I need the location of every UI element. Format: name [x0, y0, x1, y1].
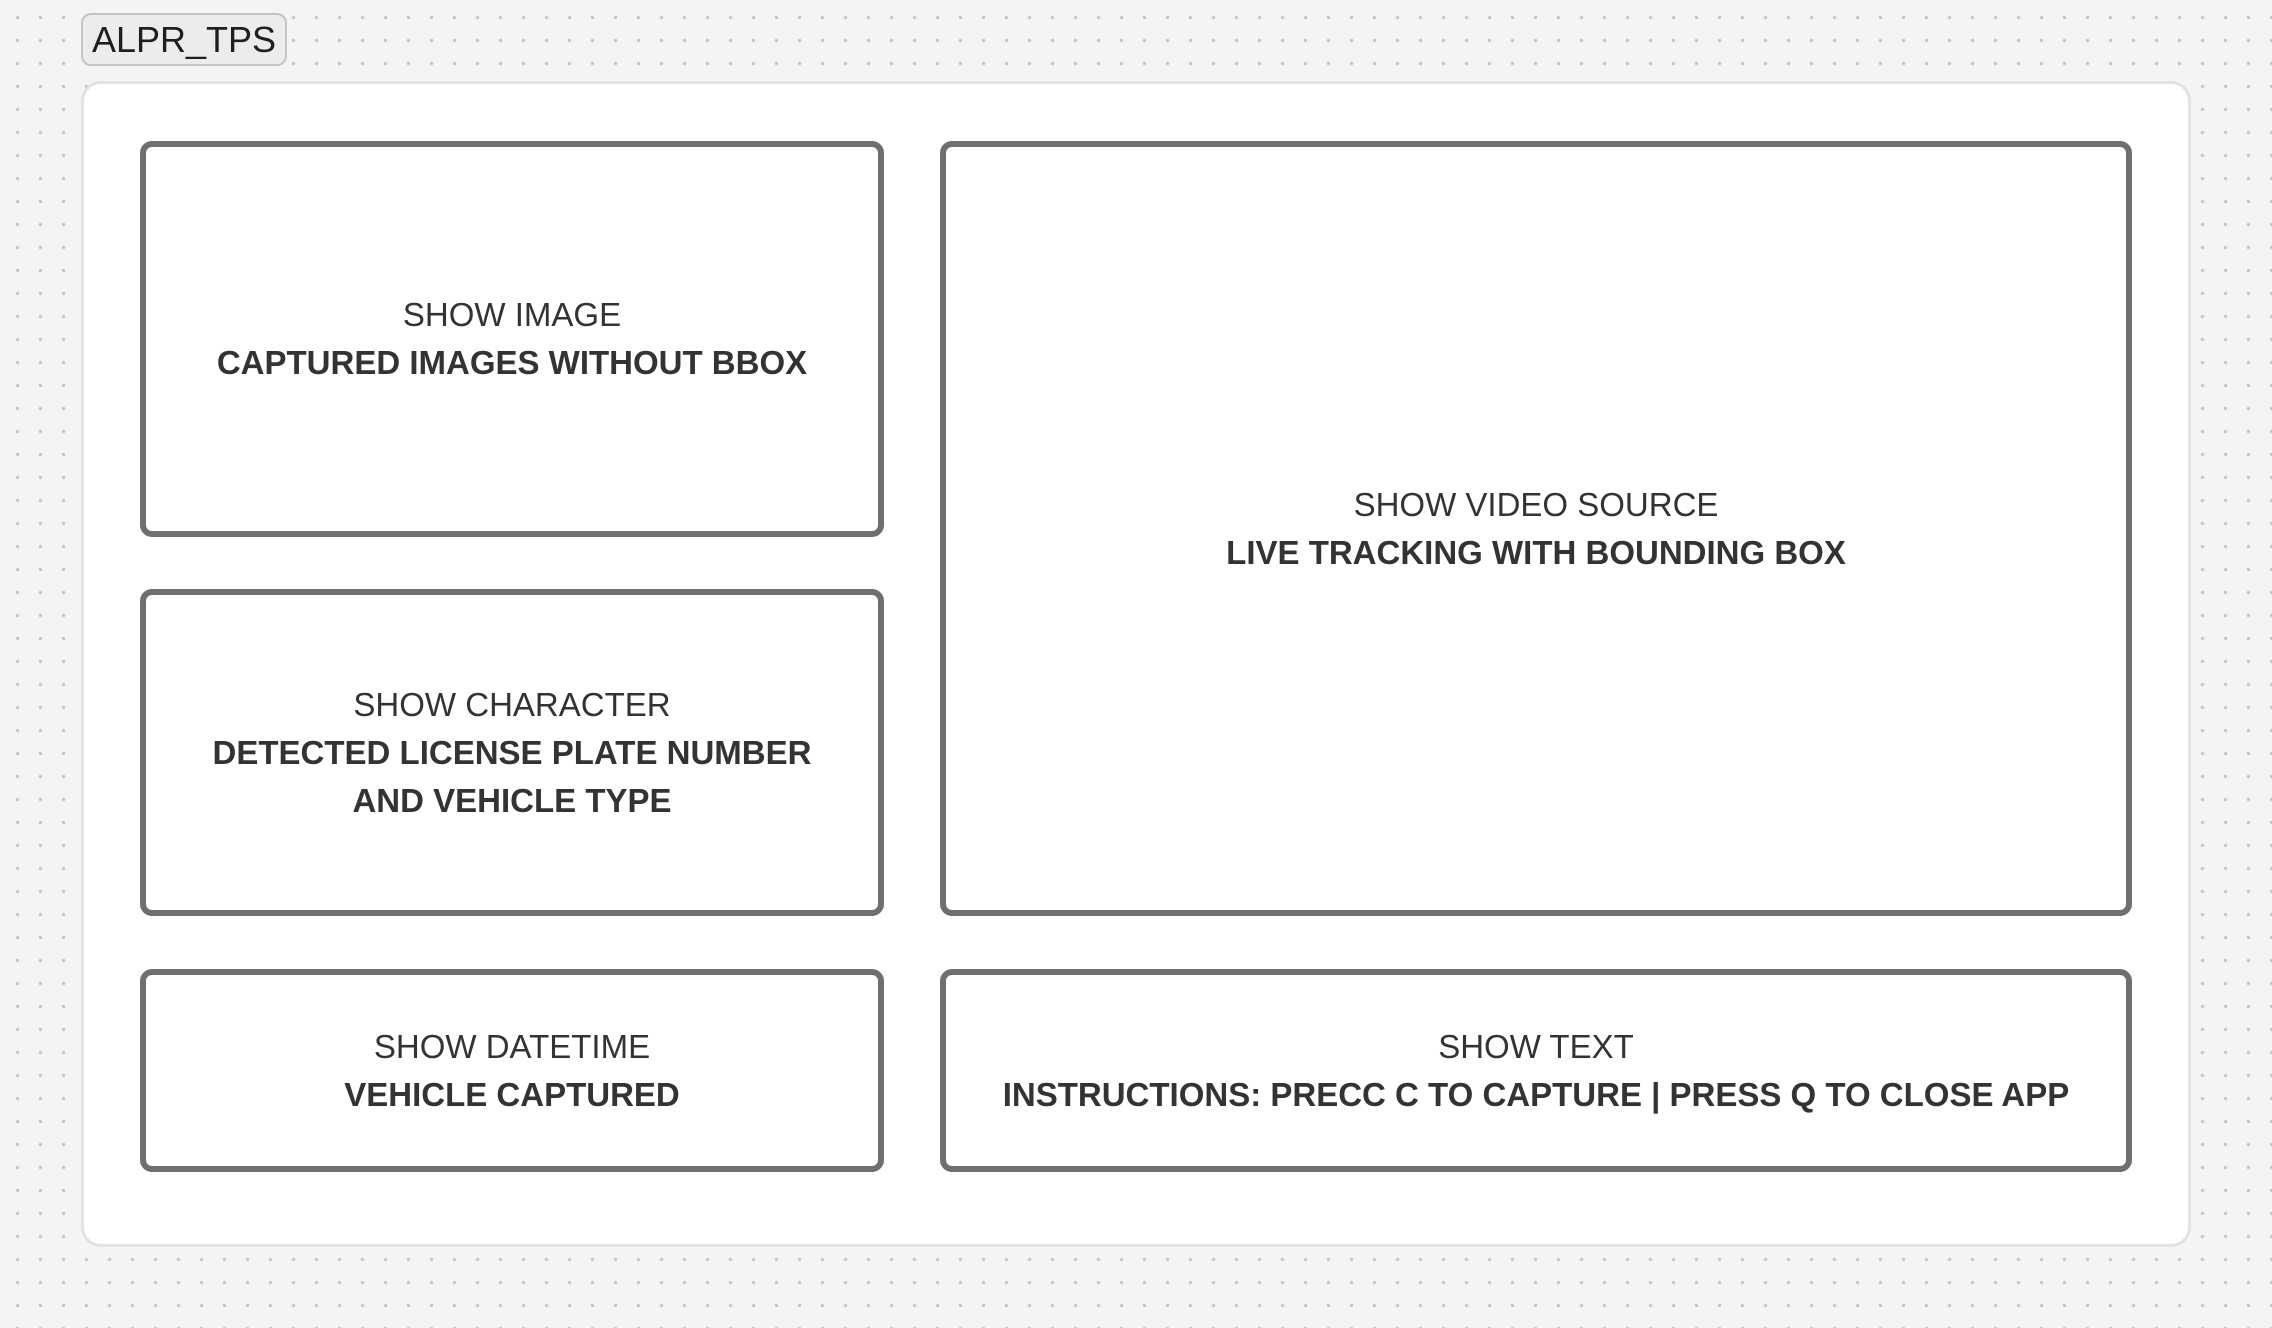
show-character-panel[interactable]: SHOW CHARACTER DETECTED LICENSE PLATE NU… — [140, 589, 884, 916]
show-video-source-panel[interactable]: SHOW VIDEO SOURCE LIVE TRACKING WITH BOU… — [940, 141, 2132, 916]
show-character-description: DETECTED LICENSE PLATE NUMBER AND VEHICL… — [212, 733, 812, 819]
show-video-source-description: LIVE TRACKING WITH BOUNDING BOX — [1226, 533, 1846, 571]
show-image-title: SHOW IMAGE — [402, 296, 622, 333]
show-datetime-description: VEHICLE CAPTURED — [344, 1075, 680, 1113]
show-datetime-title: SHOW DATETIME — [373, 1027, 651, 1065]
show-character-title: SHOW CHARACTER — [353, 685, 671, 723]
frame-title-tag[interactable]: ALPR_TPS — [81, 13, 287, 66]
show-text-panel[interactable]: SHOW TEXT INSTRUCTIONS: PRECC C TO CAPTU… — [940, 969, 2132, 1172]
show-video-source-title: SHOW VIDEO SOURCE — [1353, 485, 1719, 523]
show-datetime-panel[interactable]: SHOW DATETIME VEHICLE CAPTURED — [140, 969, 884, 1172]
show-image-description: CAPTURED IMAGES WITHOUT BBOX — [216, 344, 808, 381]
show-text-title: SHOW TEXT — [1438, 1027, 1634, 1065]
show-image-panel[interactable]: SHOW IMAGE CAPTURED IMAGES WITHOUT BBOX — [140, 141, 884, 537]
show-text-description: INSTRUCTIONS: PRECC C TO CAPTURE | PRESS… — [1002, 1075, 2070, 1113]
